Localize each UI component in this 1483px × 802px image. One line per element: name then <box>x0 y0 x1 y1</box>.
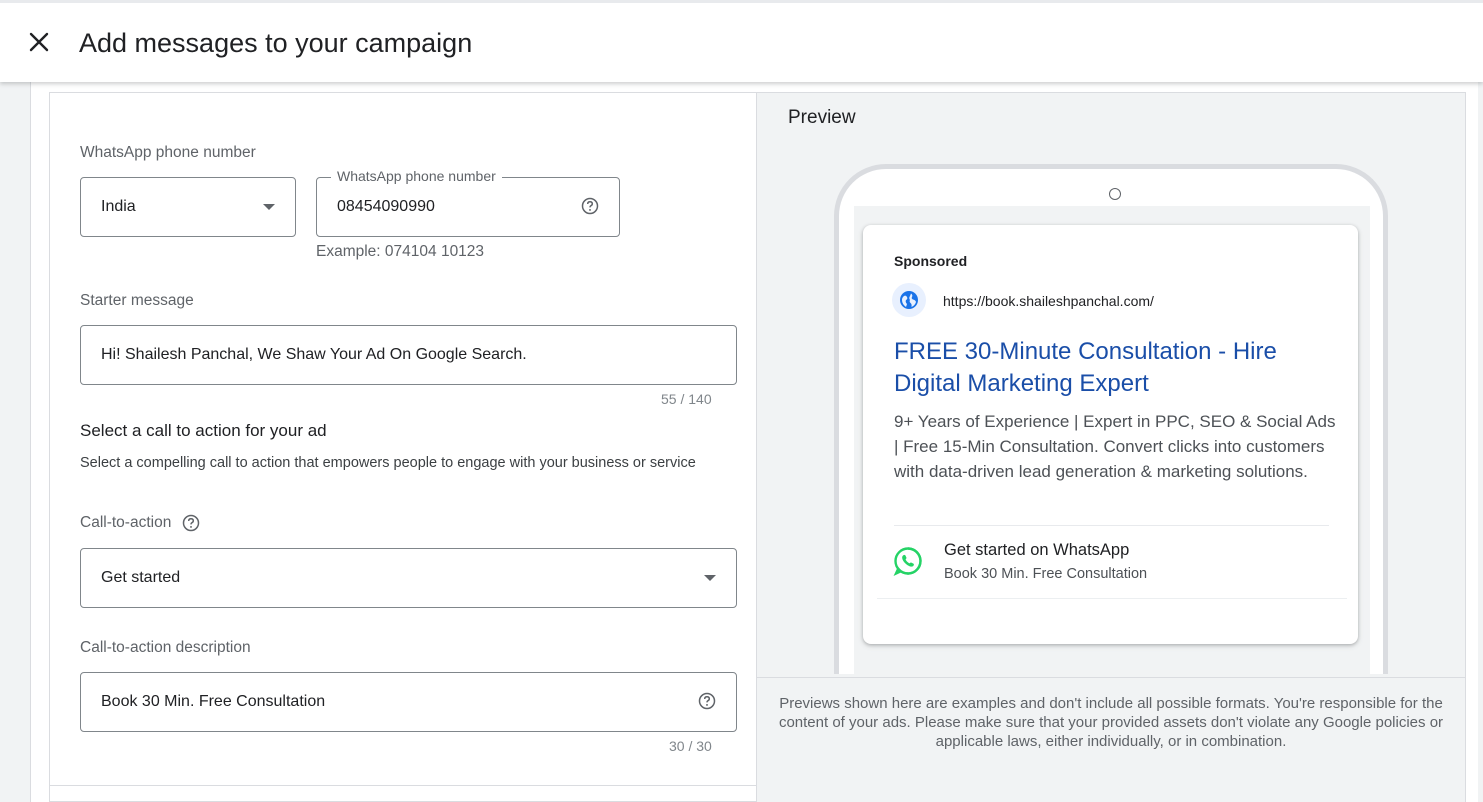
close-button[interactable] <box>22 25 56 59</box>
ad-description: 9+ Years of Experience | Expert in PPC, … <box>894 412 1336 481</box>
cta-value: Get started <box>101 569 181 586</box>
help-icon[interactable] <box>698 692 716 710</box>
ad-divider <box>894 525 1329 526</box>
cta-section-description: Select a compelling call to action that … <box>80 455 696 471</box>
close-icon <box>29 32 49 52</box>
phone-floating-label: WhatsApp phone number <box>331 168 502 184</box>
cta-label: Call-to-action <box>80 514 172 531</box>
cta-description-input[interactable]: Book 30 Min. Free Consultation <box>80 672 737 732</box>
cta-section-heading: Select a call to action for your ad <box>80 421 327 440</box>
cta-description-value: Book 30 Min. Free Consultation <box>101 693 326 710</box>
dropdown-arrow-icon <box>704 575 716 581</box>
preview-title: Preview <box>788 107 856 128</box>
cta-help-icon[interactable] <box>182 514 200 532</box>
phone-example-hint: Example: 074104 10123 <box>316 243 485 260</box>
starter-message-label: Starter message <box>80 292 194 309</box>
whatsapp-icon <box>893 547 922 576</box>
whatsapp-section-label: WhatsApp phone number <box>80 144 256 161</box>
preview-divider <box>757 677 1465 678</box>
starter-message-input[interactable]: Hi! Shailesh Panchal, We Shaw Your Ad On… <box>80 325 737 385</box>
cta-select[interactable]: Get started <box>80 548 737 608</box>
cta-description-label: Call-to-action description <box>80 639 251 656</box>
starter-message-value: Hi! Shailesh Panchal, We Shaw Your Ad On… <box>101 346 527 363</box>
page-title: Add messages to your campaign <box>79 28 473 58</box>
sponsored-label: Sponsored <box>894 253 968 269</box>
ad-display-url: https://book.shaileshpanchal.com/ <box>943 293 1154 309</box>
ad-headline: FREE 30-Minute Consultation - Hire Digit… <box>894 338 1277 397</box>
starter-message-counter: 55 / 140 <box>661 391 712 407</box>
ad-preview-card: Sponsored https://book.shaileshpanchal.c… <box>863 225 1358 644</box>
dropdown-arrow-icon <box>263 204 275 210</box>
country-value: India <box>101 198 136 215</box>
message-form: WhatsApp phone number India WhatsApp pho… <box>49 92 757 802</box>
whatsapp-cta-subtitle: Book 30 Min. Free Consultation <box>944 566 1148 582</box>
country-select[interactable]: India <box>80 177 296 237</box>
preview-disclaimer: Previews shown here are examples and don… <box>778 695 1444 750</box>
help-icon[interactable] <box>581 197 599 215</box>
phone-screen: Sponsored https://book.shaileshpanchal.c… <box>854 206 1370 674</box>
phone-mockup: Sponsored https://book.shaileshpanchal.c… <box>834 164 1388 674</box>
preview-panel: Preview Sponsored https://book.shaileshp… <box>757 92 1465 802</box>
dialog-header: Add messages to your campaign <box>0 0 1483 82</box>
globe-icon <box>892 283 926 317</box>
phone-number-field[interactable]: WhatsApp phone number 08454090990 <box>316 168 620 237</box>
form-divider <box>50 785 756 786</box>
ad-bottom-divider <box>877 598 1347 599</box>
right-edge <box>1465 92 1478 802</box>
phone-camera <box>1109 188 1121 200</box>
cta-description-counter: 30 / 30 <box>669 738 712 754</box>
phone-value: 08454090990 <box>337 198 435 215</box>
left-gutter <box>0 82 30 802</box>
whatsapp-cta-title: Get started on WhatsApp <box>944 541 1130 559</box>
